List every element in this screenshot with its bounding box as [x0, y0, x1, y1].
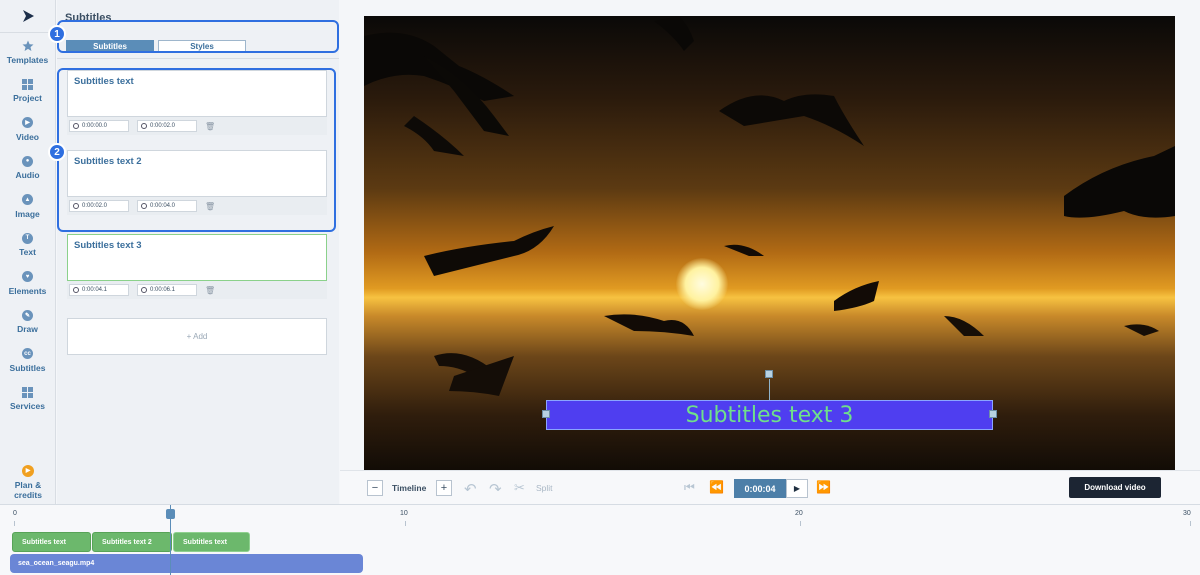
- nav-label: Text: [19, 247, 36, 258]
- start-time-value: 0:00:04.1: [82, 287, 108, 293]
- end-time-value: 0:00:06.1: [150, 287, 176, 293]
- play-circle-icon: ▶: [22, 117, 34, 129]
- nav-item-image[interactable]: ▲ Image: [0, 187, 55, 226]
- video-preview[interactable]: Subtitles text 3: [364, 16, 1175, 470]
- nav-item-templates[interactable]: Templates: [0, 33, 55, 72]
- end-time-field[interactable]: 0:00:06.1: [137, 284, 197, 296]
- subtitle-times: 0:00:04.1 0:00:06.1 🗑: [67, 281, 327, 299]
- star-icon: [22, 40, 34, 52]
- nav-item-subtitles[interactable]: cc Subtitles: [0, 341, 55, 380]
- nav-label: Elements: [8, 285, 47, 296]
- download-video-button[interactable]: Download video: [1069, 477, 1161, 498]
- nav-item-project[interactable]: Project: [0, 72, 55, 111]
- subtitle-overlay[interactable]: Subtitles text 3: [546, 400, 993, 430]
- highlight-box-1: [57, 20, 339, 53]
- split-label[interactable]: Split: [536, 483, 553, 493]
- redo-icon[interactable]: ↷: [489, 480, 502, 498]
- resize-handle-right[interactable]: [989, 410, 997, 418]
- heart-icon: ♥: [22, 271, 34, 283]
- start-time-field[interactable]: 0:00:04.1: [69, 284, 129, 296]
- subtitle-text-field[interactable]: Subtitles text 3: [67, 234, 327, 281]
- annotation-badge-1: 1: [48, 25, 66, 43]
- rewind-icon[interactable]: ⏪: [709, 480, 724, 494]
- tick-label: 30: [1183, 510, 1191, 517]
- highlight-box-2: [57, 68, 336, 232]
- tick-mark: [14, 521, 15, 526]
- timeline-label: Timeline: [392, 483, 427, 493]
- video-clip[interactable]: sea_ocean_seagu.mp4: [10, 554, 363, 573]
- trash-icon[interactable]: 🗑: [205, 286, 215, 295]
- subtitle-clip[interactable]: Subtitles text 2: [92, 532, 172, 552]
- playback-controls: − Timeline + ↶ ↷ ✂ Split ⏮ ⏪ 0:00:04 ▶ ⏩…: [340, 470, 1200, 504]
- scissors-icon[interactable]: ✂: [514, 480, 525, 496]
- nav-label: Project: [13, 93, 42, 104]
- divider: [57, 58, 339, 59]
- nav-label: Subtitles: [9, 362, 46, 373]
- fast-forward-icon[interactable]: ⏩: [816, 480, 831, 494]
- logo-icon: [22, 10, 34, 22]
- resize-handle-left[interactable]: [542, 410, 550, 418]
- nav-label: Templates: [6, 54, 49, 65]
- tick-label: 0: [13, 510, 17, 517]
- tick-mark: [800, 521, 801, 526]
- nav-item-audio[interactable]: ● Audio: [0, 149, 55, 188]
- tick-mark: [405, 521, 406, 526]
- zoom-out-button[interactable]: −: [367, 480, 383, 496]
- nav-label: Draw: [17, 324, 38, 335]
- nav-item-elements[interactable]: ♥ Elements: [0, 264, 55, 303]
- nav-item-services[interactable]: Services: [0, 380, 55, 419]
- play-badge-icon: ▶: [22, 465, 34, 477]
- skip-start-icon[interactable]: ⏮: [684, 480, 695, 495]
- nav-label: Image: [15, 208, 40, 219]
- rotate-handle-line: [769, 379, 770, 400]
- cc-icon: cc: [22, 348, 34, 360]
- play-icon: ▶: [793, 484, 801, 493]
- zoom-in-button[interactable]: +: [436, 480, 452, 496]
- tick-label: 10: [400, 510, 408, 517]
- subtitle-card-selected: Subtitles text 3 0:00:04.1 0:00:06.1 🗑: [67, 234, 327, 299]
- grid-icon: [22, 386, 34, 398]
- nav-label: Services: [10, 401, 45, 412]
- undo-icon[interactable]: ↶: [464, 480, 477, 498]
- current-time-display: 0:00:04: [734, 479, 786, 498]
- nav-label: Video: [16, 131, 39, 142]
- pencil-icon: ✎: [22, 309, 34, 321]
- subtitle-clip[interactable]: Subtitles text: [12, 532, 91, 552]
- nav-item-draw[interactable]: ✎ Draw: [0, 303, 55, 342]
- playhead-handle[interactable]: [166, 509, 175, 519]
- clock-icon: [73, 287, 79, 293]
- left-nav: Templates Project ▶ Video ● Audio ▲ Imag…: [0, 0, 56, 504]
- add-subtitle-button[interactable]: + Add: [67, 318, 327, 355]
- timeline[interactable]: 0 10 20 30 Subtitles text Subtitles text…: [0, 504, 1200, 575]
- audio-icon: ●: [22, 155, 34, 167]
- nav-label: Plan & credits: [14, 480, 42, 500]
- nav-item-video[interactable]: ▶ Video: [0, 110, 55, 149]
- text-icon: T: [22, 232, 34, 244]
- nav-item-plan-credits[interactable]: ▶ Plan & credits: [0, 465, 56, 500]
- play-button[interactable]: ▶: [786, 479, 808, 498]
- logo[interactable]: [0, 0, 55, 33]
- rotate-handle[interactable]: [765, 370, 773, 378]
- subtitle-clip-selected[interactable]: Subtitles text: [173, 532, 250, 552]
- image-icon: ▲: [22, 194, 34, 206]
- tick-label: 20: [795, 510, 803, 517]
- annotation-badge-2: 2: [48, 143, 66, 161]
- grid-icon: [22, 78, 34, 90]
- nav-item-text[interactable]: T Text: [0, 226, 55, 265]
- app: Templates Project ▶ Video ● Audio ▲ Imag…: [0, 0, 1200, 575]
- clock-icon: [141, 287, 147, 293]
- nav-label: Audio: [15, 170, 40, 181]
- tick-mark: [1190, 521, 1191, 526]
